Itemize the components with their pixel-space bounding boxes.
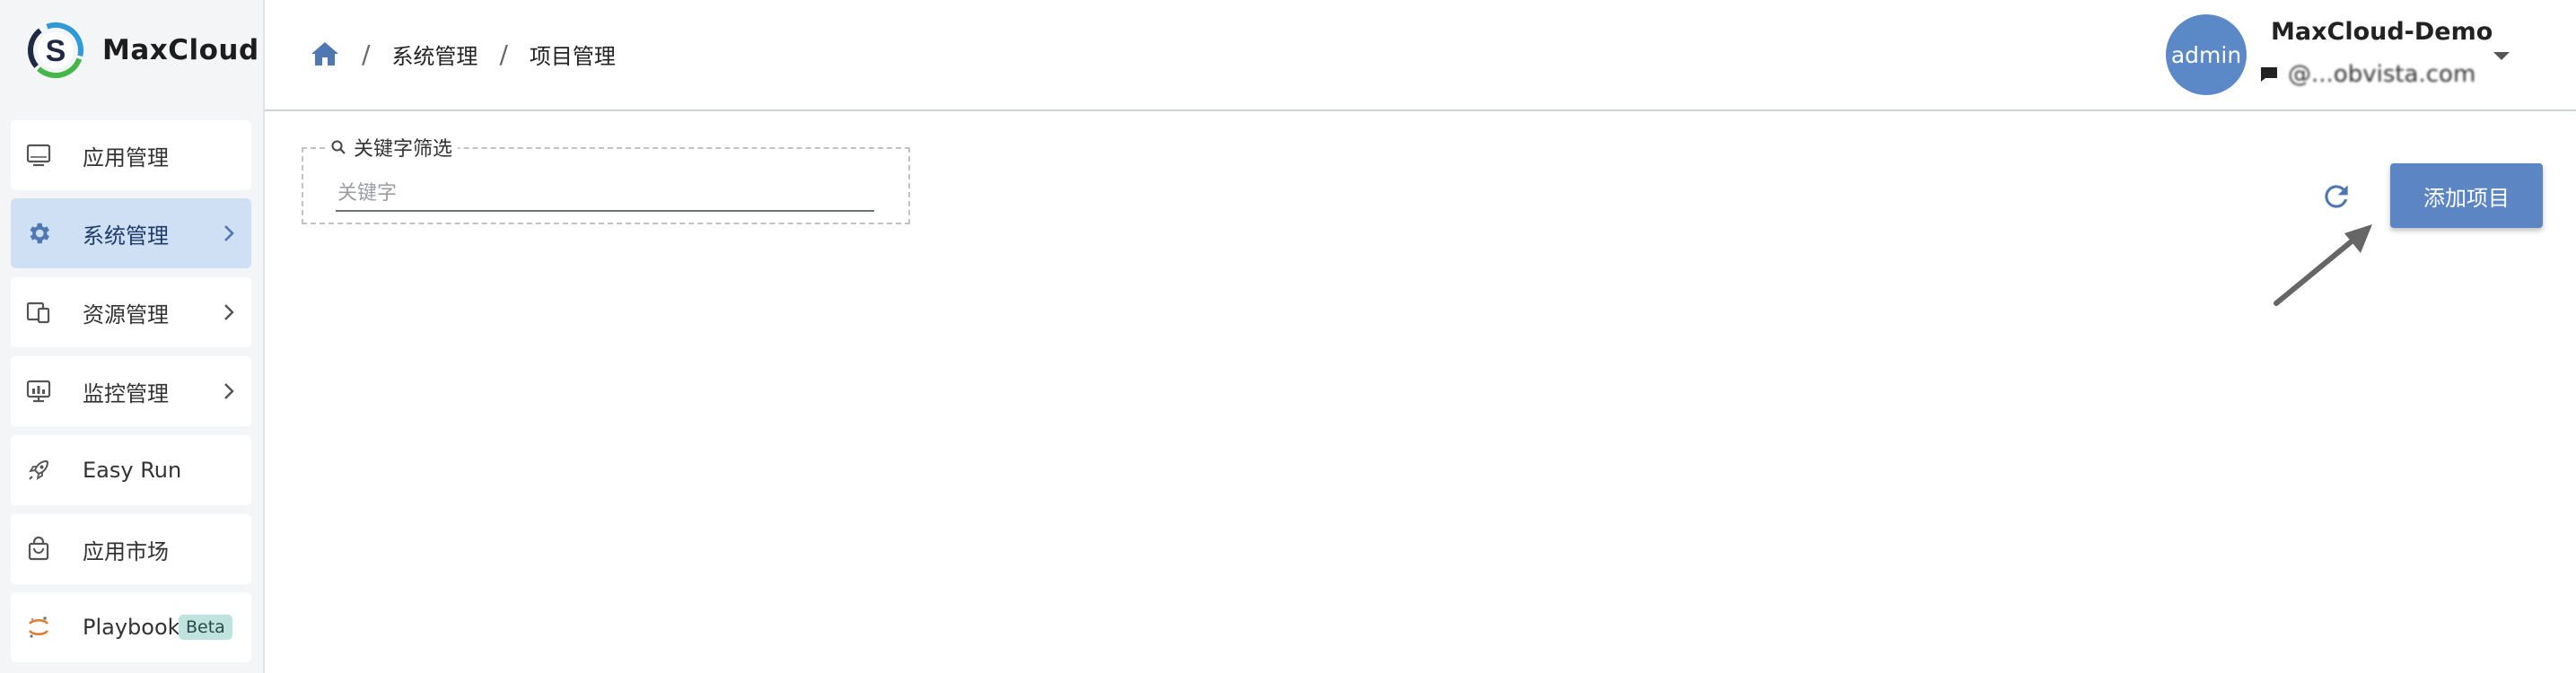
filter-legend-label: 关键字筛选 — [354, 138, 453, 161]
sidebar-item-app-market[interactable]: 应用市场 — [11, 514, 251, 584]
sidebar: S MaxCloud 应用管理 系统管理 资源管理 监控管理 Easy Run … — [0, 0, 265, 673]
filter-legend: 关键字筛选 — [325, 133, 459, 162]
keyword-input[interactable] — [336, 176, 874, 212]
chevron-right-icon — [219, 302, 239, 322]
caret-down-icon[interactable] — [2491, 45, 2512, 66]
app-root: S MaxCloud 应用管理 系统管理 资源管理 监控管理 Easy Run … — [0, 0, 2576, 673]
add-project-button[interactable]: 添加项目 — [2390, 163, 2543, 228]
monitor-chart-icon — [25, 378, 52, 405]
chevron-right-icon — [219, 223, 239, 243]
refresh-icon — [2325, 185, 2348, 208]
chevron-right-icon — [219, 381, 239, 401]
sidebar-item-label: Playbook — [83, 615, 180, 640]
beta-badge: Beta — [179, 615, 232, 640]
brand[interactable]: S MaxCloud — [27, 20, 259, 81]
sidebar-item-easy-run[interactable]: Easy Run — [11, 435, 251, 505]
breadcrumb-item-project-management: 项目管理 — [529, 43, 616, 69]
rocket-icon — [25, 457, 52, 484]
sidebar-item-resource-management[interactable]: 资源管理 — [11, 277, 251, 347]
maxcloud-logo-icon: S — [27, 22, 84, 79]
user-email-row: @...obvista.com — [2259, 59, 2475, 90]
jupyter-icon — [25, 614, 52, 641]
breadcrumb-separator: / — [499, 39, 508, 69]
devices-icon — [25, 299, 52, 326]
breadcrumb: / 系统管理 / 项目管理 — [310, 34, 616, 74]
svg-text:S: S — [46, 34, 66, 68]
avatar[interactable]: admin — [2166, 14, 2247, 95]
sidebar-item-label: 系统管理 — [83, 223, 169, 249]
message-icon — [2259, 66, 2279, 83]
sidebar-item-label: 应用市场 — [83, 538, 169, 564]
sidebar-item-label: 监控管理 — [83, 380, 169, 406]
sidebar-item-system-management[interactable]: 系统管理 — [11, 198, 251, 268]
keyword-filter: 关键字筛选 — [302, 133, 910, 224]
annotation-arrow-icon — [2274, 224, 2372, 306]
top-header: / 系统管理 / 项目管理 admin MaxCloud-Demo @...ob… — [265, 0, 2576, 111]
sidebar-item-label: 资源管理 — [83, 302, 169, 328]
sidebar-item-label: 应用管理 — [83, 144, 169, 170]
sidebar-item-app-management[interactable]: 应用管理 — [11, 120, 251, 190]
sidebar-item-playbook[interactable]: Playbook Beta — [11, 592, 251, 662]
sidebar-item-label: Easy Run — [83, 458, 182, 483]
search-icon — [330, 139, 346, 155]
user-name[interactable]: MaxCloud-Demo — [2271, 18, 2493, 46]
gear-icon — [25, 220, 52, 247]
monitor-icon — [25, 142, 52, 169]
user-email: @...obvista.com — [2288, 61, 2476, 88]
breadcrumb-item-system-management[interactable]: 系统管理 — [391, 39, 478, 70]
breadcrumb-separator: / — [362, 39, 371, 69]
sidebar-item-monitoring-management[interactable]: 监控管理 — [11, 356, 251, 426]
home-icon[interactable] — [310, 39, 340, 68]
brand-name: MaxCloud — [102, 34, 259, 66]
refresh-button[interactable] — [2316, 176, 2357, 217]
shopping-bag-icon — [25, 536, 52, 563]
